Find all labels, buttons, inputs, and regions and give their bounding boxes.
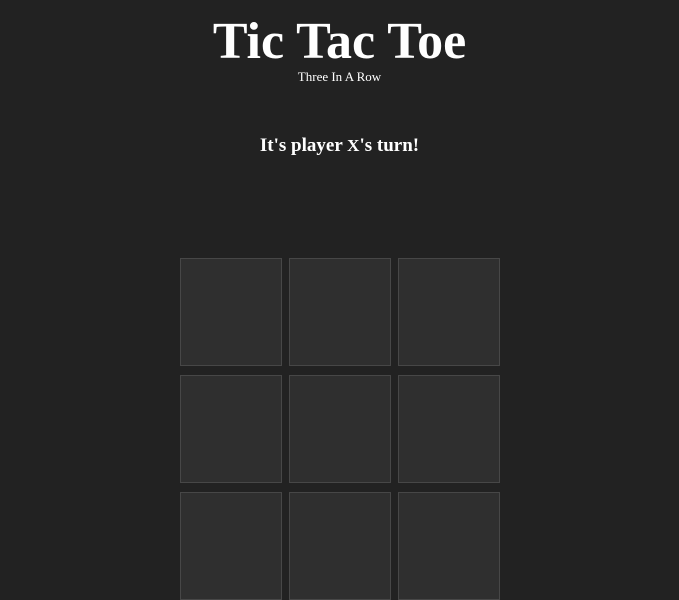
board-cell-8[interactable] [289,492,391,600]
page-title: Tic Tac Toe [212,13,467,70]
game-board [180,258,500,600]
board-cell-1[interactable] [180,258,282,366]
board-cell-3[interactable] [398,258,500,366]
turn-status: It's player X's turn! [0,134,679,158]
board-cell-7[interactable] [180,492,282,600]
page-subtitle: Three In A Row [297,69,382,84]
board-cell-4[interactable] [180,375,282,483]
board-cell-6[interactable] [398,375,500,483]
board-cell-9[interactable] [398,492,500,600]
turn-status-prefix: It's player [259,135,348,156]
board-cell-2[interactable] [289,258,391,366]
current-player: X [347,136,360,155]
board-cell-5[interactable] [289,375,391,483]
turn-status-suffix: 's turn! [359,135,420,156]
